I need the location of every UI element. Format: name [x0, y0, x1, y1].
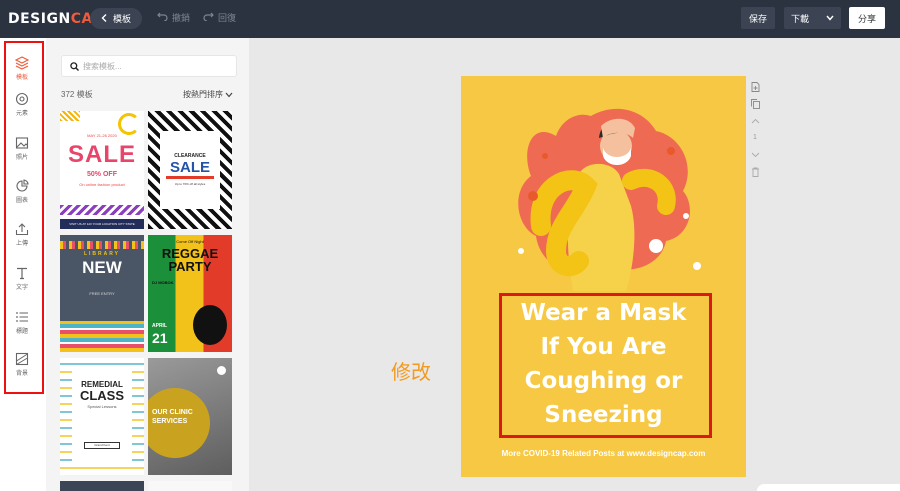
thumb-sub: Up to 70% off all styles [174, 182, 206, 186]
redo-button[interactable]: 回復 [203, 11, 236, 24]
rail-item-background[interactable]: 背景 [4, 344, 40, 384]
annotation-edit: 修改 [391, 360, 431, 384]
thumb-top: LIBRARY [83, 251, 121, 257]
decor-zigzag [60, 205, 144, 215]
chevron-down-icon [225, 92, 233, 97]
list-icon [16, 311, 28, 322]
upload-icon [15, 222, 29, 235]
design-canvas: Wear a Mask If You Are Coughing or Sneez… [249, 38, 900, 491]
thumb-title-2: CLASS [79, 388, 125, 403]
template-thumbnail-partial[interactable] [60, 481, 144, 491]
thumb-date: MAY 21-26 2020 [87, 133, 117, 138]
rail-item-text[interactable]: 文字 [4, 258, 40, 298]
undo-button[interactable]: 撤銷 [157, 11, 190, 24]
back-button-label: 模板 [112, 14, 131, 24]
thumb-day: 21 [152, 330, 168, 346]
decor-books-bottom [60, 321, 144, 352]
rail-item-charts[interactable]: 圖表 [4, 171, 40, 211]
rail-item-elements[interactable]: 元素 [4, 84, 40, 124]
template-thumbnail-remedial[interactable]: REMEDIAL CLASS Special Lessons Grand Ken… [60, 358, 144, 475]
thumb-tag: Grand Kent [84, 442, 120, 449]
thumb-rule [166, 176, 214, 179]
download-label: 下載 [791, 13, 810, 24]
redo-icon [203, 12, 214, 23]
poster-footer[interactable]: More COVID-19 Related Posts at www.desig… [461, 449, 746, 458]
poster-illustration [518, 108, 701, 291]
decor-badge [217, 366, 226, 375]
thumb-sub: Special Lessons [87, 404, 117, 409]
rail-label: 背景 [15, 370, 28, 377]
text-icon [17, 267, 27, 279]
thumb-info: FREE ENTRY [89, 291, 115, 296]
rail-label: 上傳 [15, 240, 28, 247]
sort-dropdown[interactable]: 按熱門排序 [183, 89, 233, 100]
search-icon [70, 61, 79, 71]
delete-page-icon[interactable] [751, 163, 760, 180]
template-thumbnail-clearance[interactable]: CLEARANCE SALE Up to 70% off all styles [148, 111, 232, 229]
rail-label: 模板 [15, 74, 28, 81]
thumb-sub: 50% OFF [87, 171, 117, 178]
save-button[interactable]: 保存 [741, 7, 775, 29]
template-count: 372 模板 [61, 90, 93, 99]
undo-label: 撤銷 [172, 13, 191, 23]
decor-books-top [60, 241, 144, 249]
top-bar: DESIGNCAP 模板 撤銷 回復 保存 下載 分享 [0, 0, 900, 38]
thumb-title-2: PARTY [168, 259, 212, 274]
template-thumbnail-clinic[interactable]: OUR CLINIC SERVICES [148, 358, 232, 475]
chevron-left-icon [101, 13, 108, 24]
thumb-sub: DJ MOBOK [152, 280, 174, 285]
background-icon [15, 352, 29, 365]
thumb-title-1: OUR CLINIC [152, 409, 193, 416]
rail-item-templates[interactable]: 模板 [4, 48, 40, 88]
page-number: 1 [753, 134, 757, 141]
rail-item-headings[interactable]: 標題 [4, 302, 40, 342]
share-button[interactable]: 分享 [849, 7, 885, 29]
undo-icon [157, 12, 168, 23]
chart-icon [16, 178, 29, 192]
photo-icon [15, 136, 29, 149]
thumb-title-2: SERVICES [152, 418, 188, 425]
text-highlight-box [499, 293, 712, 438]
redo-label: 回復 [218, 13, 237, 23]
decor-portrait [193, 305, 227, 345]
thumb-note: On online fashion product [79, 182, 125, 187]
rail-label: 圖表 [15, 197, 28, 204]
chevron-down-icon [826, 13, 834, 23]
rail-label: 標題 [15, 328, 28, 335]
rail-item-photos[interactable]: 照片 [4, 128, 40, 168]
template-thumbnail-sale[interactable]: MAY 21-26 2020 SALE 50% OFF On online fa… [60, 111, 144, 229]
page-down-icon[interactable] [751, 146, 760, 163]
sort-label: 按熱門排序 [183, 90, 223, 99]
elements-icon [15, 92, 29, 105]
layers-icon [15, 55, 29, 70]
decor-circle [118, 113, 140, 135]
page-tools: 1 [748, 78, 762, 180]
rail-label: 文字 [15, 284, 28, 291]
thumb-title: SALE [169, 159, 210, 176]
template-thumbnail-partial[interactable] [148, 481, 232, 491]
template-panel: 搜索模板... 372 模板 按熱門排序 MAY 21-26 2020 SALE… [46, 38, 249, 491]
duplicate-page-icon[interactable] [750, 95, 760, 112]
thumb-top: Come Off Night [176, 239, 204, 244]
tool-rail: 模板 元素 照片 圖表 上傳 文字 標題 背景 [0, 38, 46, 491]
rail-label: 照片 [15, 154, 28, 161]
rail-label: 元素 [15, 110, 28, 117]
thumb-title: NEW [82, 258, 122, 277]
download-button[interactable]: 下載 [784, 7, 841, 29]
template-thumbnail-reggae[interactable]: Come Off Night REGGAE PARTY DJ MOBOK APR… [148, 235, 232, 352]
template-thumbnail-library[interactable]: LIBRARY NEW FREE ENTRY [60, 235, 144, 352]
poster[interactable]: Wear a Mask If You Are Coughing or Sneez… [461, 76, 746, 477]
back-to-templates-button[interactable]: 模板 [90, 8, 142, 29]
search-placeholder: 搜索模板... [83, 61, 122, 71]
add-page-icon[interactable] [751, 78, 760, 95]
zoom-bar[interactable] [757, 484, 900, 491]
decor-stripes [60, 111, 80, 121]
rail-item-upload[interactable]: 上傳 [4, 214, 40, 254]
thumb-month: APRIL [152, 323, 167, 329]
page-up-icon[interactable] [751, 112, 760, 129]
template-search-input[interactable]: 搜索模板... [61, 55, 237, 77]
thumb-title: SALE [67, 141, 136, 168]
thumb-footer: VISIT US AT 123 YOUR LOCATION CITY STATE [60, 219, 144, 229]
